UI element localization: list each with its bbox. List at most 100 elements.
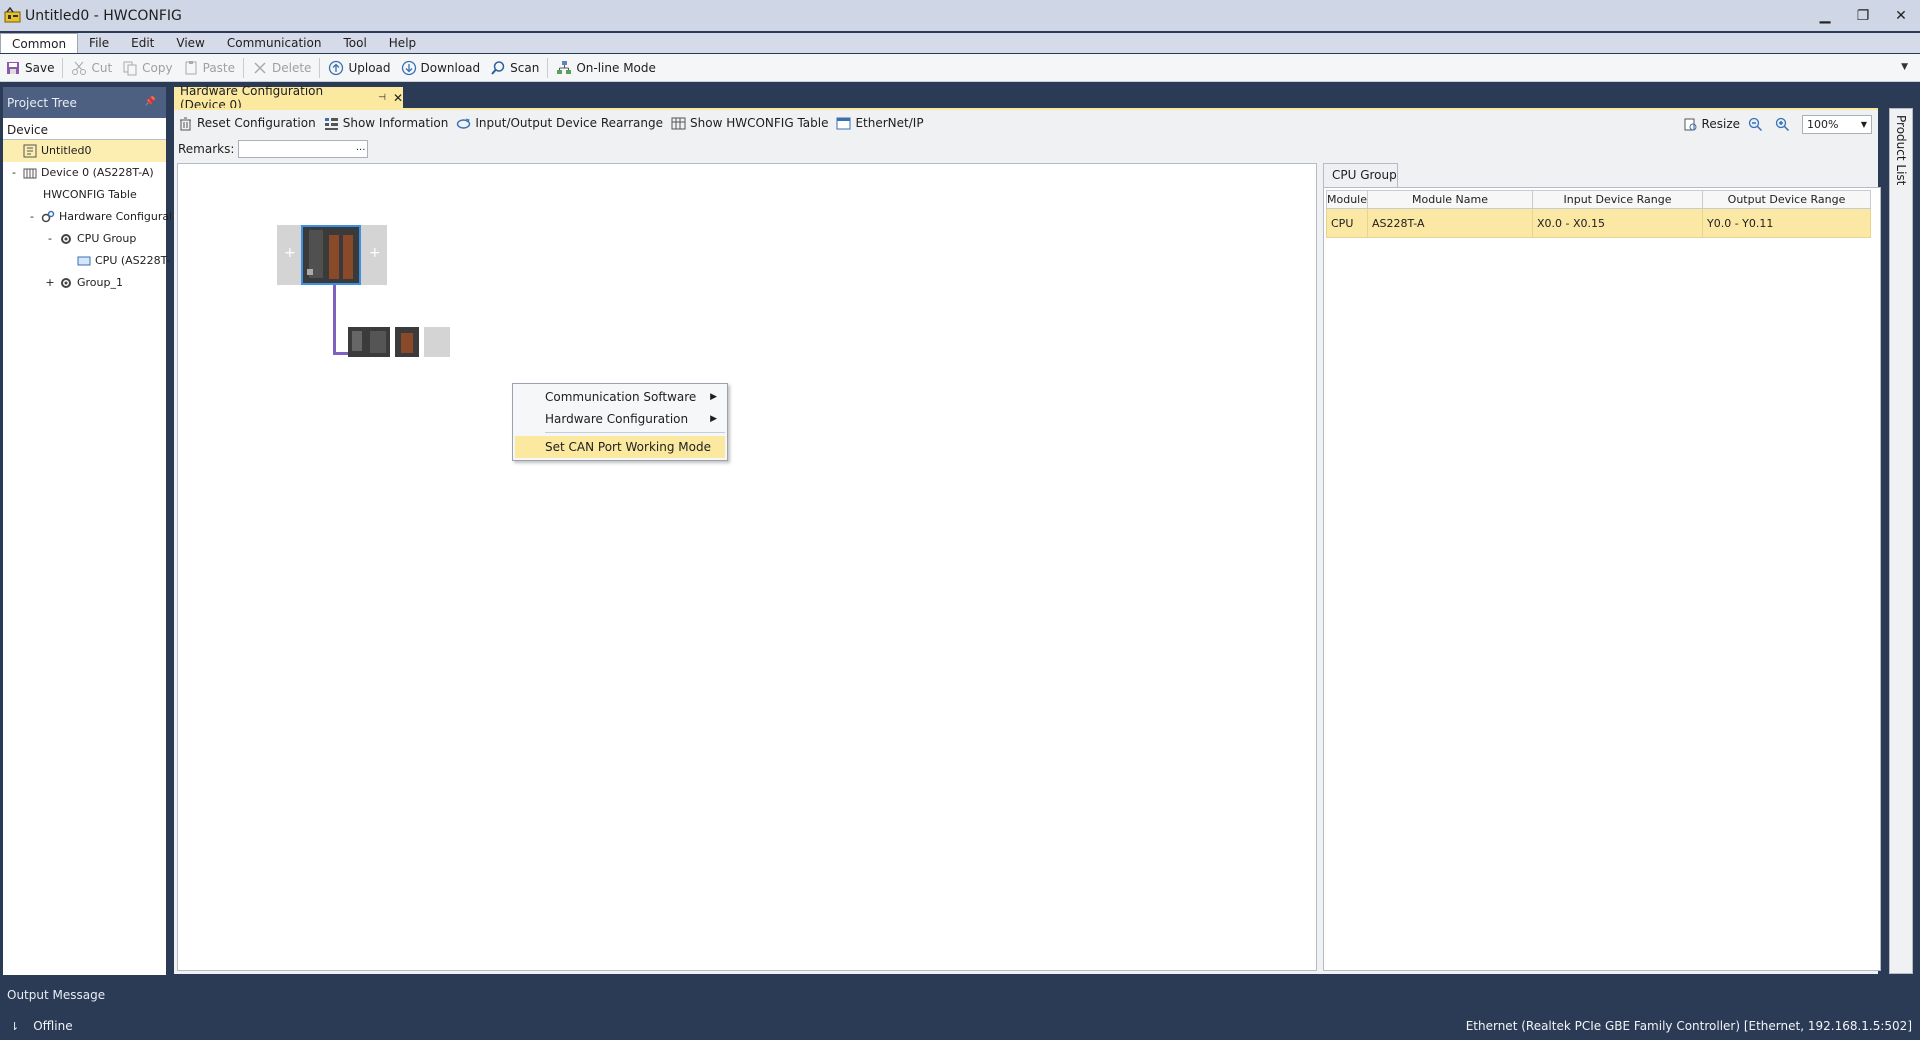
doc-toolbar: Reset Configuration Show Information Inp… — [174, 110, 1878, 136]
remarks-input[interactable]: ... — [238, 140, 369, 158]
tree-item-label: Device 0 (AS228T-A) — [41, 166, 154, 179]
table-icon — [671, 117, 686, 129]
copy-button[interactable]: Copy — [117, 56, 177, 80]
tree-item-hwconfig-table[interactable]: HWCONFIG Table — [43, 184, 137, 206]
cut-label: Cut — [91, 60, 113, 75]
tree-item-cpu[interactable]: CPU (AS228T- — [77, 250, 170, 272]
download-button[interactable]: Download — [396, 56, 486, 80]
show-hwconfig-table-button[interactable]: Show HWCONFIG Table — [667, 112, 832, 134]
tree-item-label: Group_1 — [77, 276, 123, 289]
zoom-in-icon — [1775, 117, 1790, 131]
reset-configuration-button[interactable]: Reset Configuration — [174, 112, 320, 134]
io-rearrange-button[interactable]: Input/Output Device Rearrange — [452, 112, 667, 134]
menu-edit[interactable]: Edit — [120, 33, 165, 53]
offline-icon: ⇂ — [10, 1019, 20, 1033]
resize-icon — [1684, 118, 1697, 130]
zoom-level-select[interactable]: 100% ▼ — [1802, 114, 1872, 134]
collapse-icon[interactable]: - — [45, 228, 55, 250]
copy-label: Copy — [142, 60, 173, 75]
save-icon — [7, 61, 19, 74]
menu-file[interactable]: File — [78, 33, 120, 53]
toolbar-separator — [243, 57, 245, 78]
cut-button[interactable]: Cut — [66, 56, 117, 80]
toolbar-overflow-icon[interactable]: ▼ — [1901, 62, 1908, 72]
title-bar: Untitled0 - HWCONFIG ▁ ❐ ✕ — [0, 0, 1920, 31]
restore-button[interactable]: ❐ — [1844, 0, 1882, 31]
menu-common[interactable]: Common — [0, 33, 79, 53]
tab-hardware-configuration[interactable]: Hardware Configuration (Device 0) ⊣ ✕ — [174, 84, 403, 112]
online-mode-button[interactable]: On-line Mode — [551, 56, 661, 80]
window-icon — [836, 117, 851, 129]
upload-button[interactable]: Upload — [323, 56, 395, 80]
minimize-button[interactable]: ▁ — [1806, 0, 1844, 31]
collapse-icon[interactable]: - — [27, 206, 37, 228]
magnifier-icon — [491, 60, 505, 75]
product-list-tab[interactable]: Product List — [1889, 108, 1913, 974]
product-list-label: Product List — [1894, 115, 1908, 186]
save-button[interactable]: Save — [0, 56, 59, 80]
reset-configuration-label: Reset Configuration — [197, 116, 316, 130]
pin-icon[interactable]: 📌 — [145, 97, 156, 107]
cpu-module[interactable] — [301, 225, 361, 285]
tab-cpu-group[interactable]: CPU Group — [1323, 163, 1398, 187]
tab-close-icon[interactable]: ✕ — [393, 91, 403, 105]
column-header-output-range[interactable]: Output Device Range — [1702, 190, 1871, 209]
show-information-button[interactable]: Show Information — [320, 112, 453, 134]
add-module-right-slot[interactable]: + — [361, 225, 387, 285]
output-message-tab[interactable]: Output Message — [0, 985, 1920, 1005]
resize-label: Resize — [1701, 117, 1740, 131]
tree-item-project[interactable]: Untitled0 — [3, 140, 166, 162]
column-header-input-range[interactable]: Input Device Range — [1532, 190, 1703, 209]
menu-help[interactable]: Help — [378, 33, 427, 53]
tree-item-cpu-group[interactable]: - CPU Group — [45, 228, 136, 250]
submenu-arrow-icon: ▶ — [710, 414, 717, 424]
status-mode-label: Offline — [33, 1019, 73, 1033]
remarks-browse-button[interactable]: ... — [356, 141, 366, 155]
tab-pin-icon[interactable]: ⊣ — [378, 93, 386, 103]
empty-module-slot[interactable] — [424, 327, 450, 357]
column-header-module[interactable]: Module — [1326, 190, 1368, 209]
status-mode: ⇂ Offline — [10, 1019, 73, 1033]
device-icon — [23, 168, 37, 179]
tree-item-device[interactable]: - Device 0 (AS228T-A) — [9, 162, 154, 184]
zoom-in-button[interactable] — [1771, 113, 1798, 135]
cpu-group-pane: CPU Group Module Module Name Input Devic… — [1323, 163, 1881, 971]
menu-item-communication-software[interactable]: Communication Software ▶ — [515, 386, 725, 408]
tree-item-label: Hardware Configurati — [59, 210, 177, 223]
column-header-module-name[interactable]: Module Name — [1367, 190, 1533, 209]
context-menu: Communication Software ▶ Hardware Config… — [512, 383, 728, 461]
analog-module[interactable] — [395, 327, 419, 357]
tree-item-group-1[interactable]: + Group_1 — [45, 272, 123, 294]
zoom-controls: Resize 100% ▼ — [1679, 113, 1872, 135]
hardware-canvas[interactable]: + + — [177, 163, 1317, 971]
tree-item-hardware-configuration[interactable]: - Hardware Configurati — [27, 206, 177, 228]
delete-button[interactable]: Delete — [247, 56, 316, 80]
table-row[interactable]: CPU AS228T-A X0.0 - X0.15 Y0.0 - Y0.11 — [1326, 208, 1871, 238]
menu-communication[interactable]: Communication — [216, 33, 333, 53]
menu-view[interactable]: View — [165, 33, 215, 53]
menu-item-hardware-configuration[interactable]: Hardware Configuration ▶ — [515, 408, 725, 430]
io-module[interactable] — [348, 327, 390, 357]
zoom-out-button[interactable] — [1744, 113, 1771, 135]
menu-separator — [545, 432, 725, 433]
add-icon: + — [284, 245, 296, 261]
menu-tool[interactable]: Tool — [332, 33, 377, 53]
menu-item-set-can-port-working-mode[interactable]: Set CAN Port Working Mode — [515, 436, 725, 458]
group-connector-line — [333, 352, 348, 355]
project-icon — [23, 144, 37, 158]
cpu-module-icon — [77, 256, 91, 266]
gear-icon — [61, 278, 71, 288]
add-module-left-slot[interactable]: + — [277, 225, 301, 285]
tree-item-label: CPU (AS228T- — [95, 254, 171, 267]
expand-icon[interactable]: + — [45, 272, 55, 294]
close-button[interactable]: ✕ — [1882, 0, 1920, 31]
scan-button[interactable]: Scan — [485, 56, 544, 80]
paste-button[interactable]: Paste — [178, 56, 240, 80]
menu-bar: Common File Edit View Communication Tool… — [0, 33, 1920, 53]
scan-label: Scan — [510, 60, 540, 75]
resize-button[interactable]: Resize — [1679, 113, 1744, 135]
collapse-icon[interactable]: - — [9, 162, 19, 184]
connection-info: Ethernet (Realtek PCIe GBE Family Contro… — [1465, 1019, 1912, 1033]
ethernet-ip-button[interactable]: EtherNet/IP — [832, 112, 927, 134]
hardware-config-icon — [41, 210, 55, 223]
